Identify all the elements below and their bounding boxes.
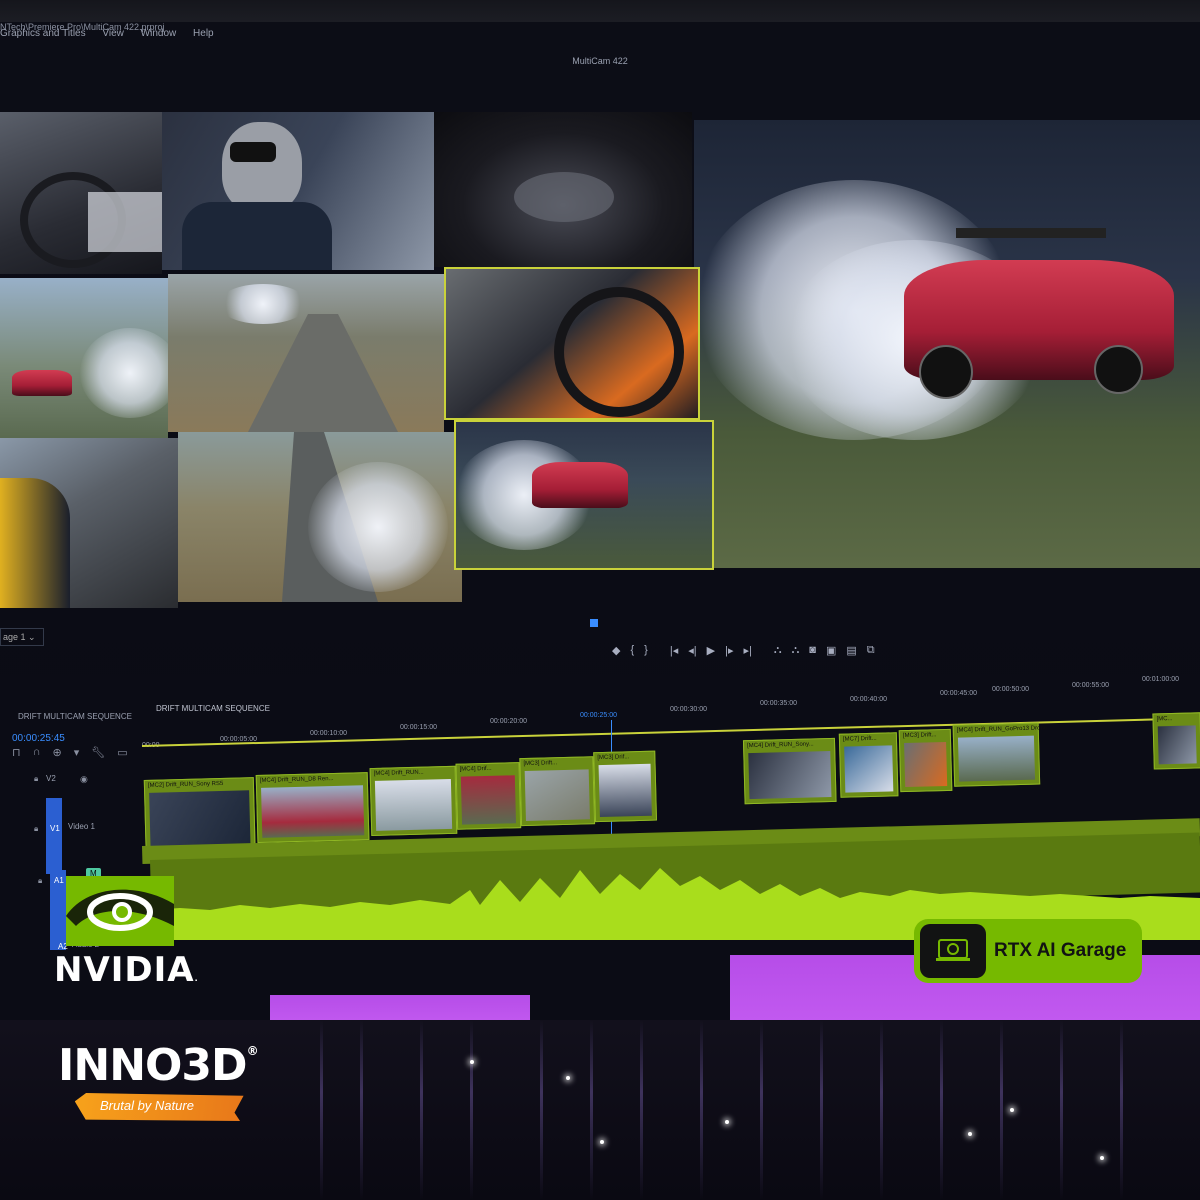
inno3d-text: INNO3D	[58, 1040, 248, 1091]
menu-graphics-titles[interactable]: Graphics and Titles	[0, 28, 86, 39]
nvidia-mark: .	[194, 974, 199, 983]
timeline-clip[interactable]: [MC4] Drift_RUN_GoPro13 Drone	[952, 722, 1047, 787]
menu-window[interactable]: Window	[141, 28, 177, 39]
marker-icon[interactable]: ▾	[74, 746, 80, 759]
nvidia-wordmark: NVIDIA.	[54, 950, 199, 990]
track-v2-label[interactable]: V2	[46, 774, 56, 783]
linked-icon[interactable]: ⊕	[53, 746, 62, 759]
lock-icon[interactable]: 🔒︎	[34, 774, 38, 784]
go-to-in-icon[interactable]: |◂	[670, 644, 678, 657]
camera-program-view[interactable]	[694, 120, 1200, 568]
track-video1-name: Video 1	[68, 822, 95, 831]
rtx-ai-garage-badge: RTX AI Garage	[914, 919, 1142, 983]
camera-angle-7[interactable]	[0, 438, 178, 608]
snap-icon[interactable]: ⊓	[12, 746, 21, 759]
sequence-panel-label: DRIFT MULTICAM SEQUENCE	[18, 712, 132, 721]
background-glow	[270, 995, 530, 1020]
camera-angle-6[interactable]	[444, 267, 700, 420]
timeline-clip[interactable]: [MC4] Drift_RUN_D8 Ren...	[255, 772, 370, 844]
play-icon[interactable]: ▶	[707, 644, 715, 657]
track-a1-label[interactable]: A1	[54, 876, 64, 885]
menu-help[interactable]: Help	[193, 28, 214, 39]
multicam-monitor	[0, 112, 1200, 608]
transport-controls: ◆ { } |◂ ◂| ▶ |▸ ▸| ⛬ ⛬ ◙ ▣ ▤ ⧉	[612, 644, 875, 657]
camera-angle-2[interactable]	[162, 112, 434, 270]
step-back-icon[interactable]: ◂|	[688, 644, 696, 657]
timeline-tools: ⊓ ∩ ⊕ ▾ 🔧︎ ▭	[12, 746, 128, 759]
magnet-icon[interactable]: ∩	[33, 746, 41, 759]
step-forward-icon[interactable]: |▸	[725, 644, 733, 657]
caption-icon[interactable]: ▭	[117, 746, 127, 759]
timeline-clip[interactable]: [MC3] Drift...	[898, 728, 953, 793]
camera-angle-4[interactable]	[0, 278, 168, 438]
eye-icon[interactable]: ◉	[80, 774, 88, 785]
timeline-clip[interactable]: [MC4] Drif...	[455, 762, 522, 830]
multicam-icon[interactable]: ▣	[826, 644, 836, 657]
timeline-clip[interactable]: [MC4] Drift_RUN_Sony...	[742, 737, 837, 805]
monitor-screen: NTech\Premiere Pro\MultiCam 422.prproj G…	[0, 0, 1200, 1020]
camera-angle-8[interactable]	[178, 432, 462, 602]
settings-icon[interactable]: ▤	[846, 644, 856, 657]
nvidia-text: NVIDIA	[54, 950, 195, 990]
rtx-garage-icon	[920, 924, 986, 978]
export-frame-icon[interactable]: ⧉	[867, 644, 875, 657]
track-v1-label[interactable]: V1	[50, 824, 60, 833]
menu-view[interactable]: View	[102, 28, 124, 39]
camera-angle-9[interactable]	[454, 420, 714, 570]
playhead-marker[interactable]	[590, 619, 598, 627]
timeline-clip[interactable]: [MC3] Drift...	[519, 756, 596, 827]
extract-icon[interactable]: ⛬	[792, 644, 800, 657]
page-selector-value: age 1	[3, 632, 26, 642]
add-marker-icon[interactable]: ◆	[612, 644, 620, 657]
camera-angle-1[interactable]	[0, 112, 162, 274]
timeline-clip[interactable]: [MC7] Drift...	[838, 732, 899, 798]
mark-out-icon[interactable]: }	[644, 644, 648, 657]
mark-in-icon[interactable]: {	[630, 644, 634, 657]
lock-icon[interactable]: 🔒︎	[38, 876, 42, 886]
registered-mark: ®	[246, 1044, 259, 1058]
monitor-bezel	[0, 0, 1200, 22]
lock-icon[interactable]: 🔒︎	[34, 824, 38, 834]
tagline-text: Brutal by Nature	[100, 1098, 194, 1113]
menu-bar: Graphics and Titles View Window Help	[0, 28, 1200, 46]
timeline-clip[interactable]: [MC2] Drift_RUN_Sony RS5	[143, 777, 256, 852]
timeline-clip[interactable]: [MC3] Drif...	[593, 750, 658, 823]
go-to-out-icon[interactable]: ▸|	[743, 644, 751, 657]
timeline-clip[interactable]: [MC4] Drift_RUN...	[369, 765, 458, 837]
camera-angle-5[interactable]	[168, 274, 444, 432]
lift-icon[interactable]: ⛬	[774, 644, 782, 657]
chevron-down-icon: ⌄	[28, 632, 36, 642]
timeline-clip[interactable]: [MC...	[1152, 712, 1200, 770]
camera-angle-3[interactable]	[434, 112, 692, 267]
page-selector[interactable]: age 1 ⌄	[0, 628, 44, 646]
inno3d-logo: INNO3D®	[58, 1040, 259, 1091]
ruler-tick: 00:01:00:00	[1142, 676, 1179, 683]
camera-icon[interactable]: ◙	[809, 644, 816, 657]
wrench-icon[interactable]: 🔧︎	[91, 746, 105, 759]
nvidia-eye-icon	[66, 876, 174, 946]
window-title: MultiCam 422	[572, 56, 628, 66]
v1-target-bar[interactable]	[46, 798, 62, 874]
rtx-badge-label: RTX AI Garage	[994, 940, 1127, 961]
timecode-display[interactable]: 00:00:25:45	[12, 733, 65, 744]
